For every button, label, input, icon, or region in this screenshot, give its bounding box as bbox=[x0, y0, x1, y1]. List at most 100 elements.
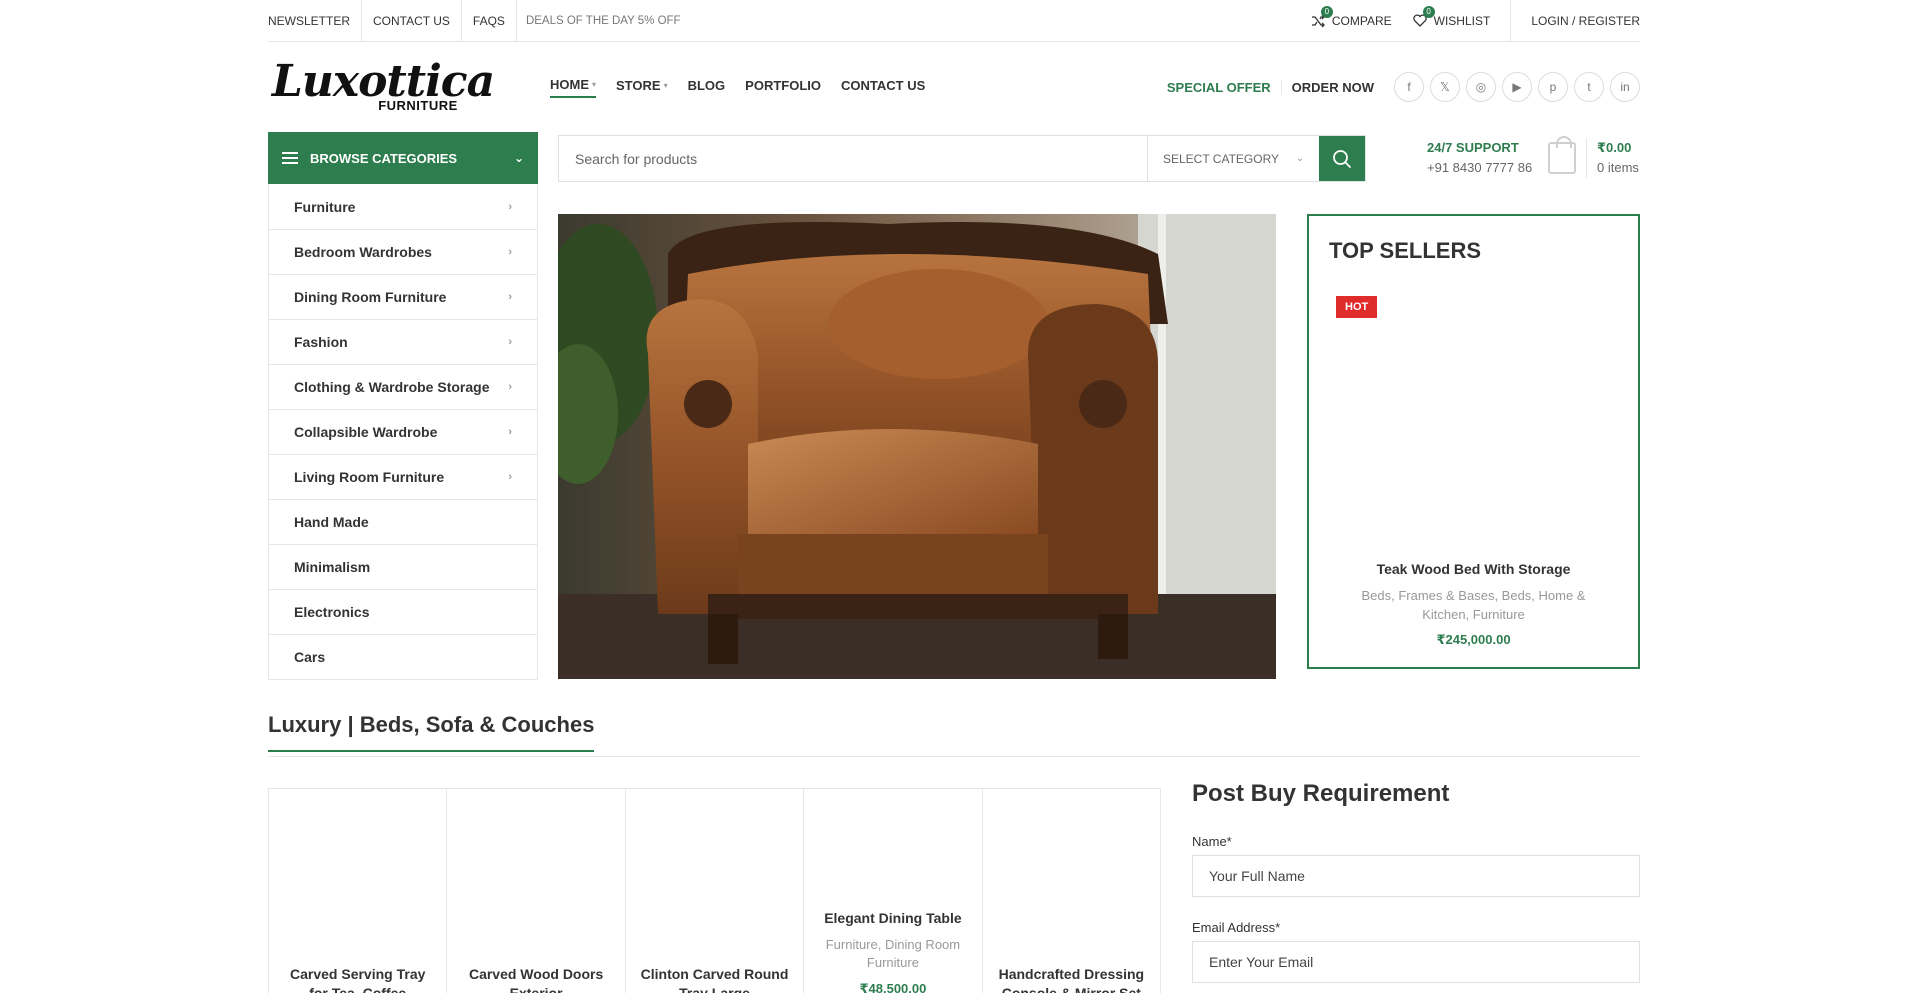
form-title: Post Buy Requirement bbox=[1192, 780, 1450, 807]
category-select[interactable]: SELECT CATEGORY ⌄ bbox=[1147, 136, 1319, 181]
product-card[interactable]: Handcrafted Dressing Console & Mirror Se… bbox=[983, 789, 1160, 993]
product-grid: Carved Serving Tray for Tea, Coffee Carv… bbox=[268, 788, 1161, 993]
category-select-label: SELECT CATEGORY bbox=[1163, 151, 1280, 166]
product-name[interactable]: Elegant Dining Table bbox=[814, 909, 971, 928]
category-item[interactable]: Bedroom Wardrobes › bbox=[269, 229, 537, 274]
product-name[interactable]: Carved Serving Tray for Tea, Coffee bbox=[279, 965, 436, 993]
browse-categories-label: BROWSE CATEGORIES bbox=[310, 150, 458, 166]
category-label: Bedroom Wardrobes bbox=[294, 244, 432, 260]
youtube-icon[interactable]: ▶ bbox=[1502, 72, 1532, 102]
nav-store[interactable]: STORE ▾ bbox=[616, 77, 668, 98]
chevron-right-icon: › bbox=[508, 381, 512, 393]
compare-count: 0 bbox=[1320, 5, 1333, 18]
product-name[interactable]: Clinton Carved Round Tray Large bbox=[636, 965, 793, 993]
newsletter-link[interactable]: NEWSLETTER bbox=[268, 0, 363, 41]
name-field[interactable] bbox=[1192, 855, 1640, 897]
category-item[interactable]: Hand Made bbox=[269, 499, 537, 544]
category-item[interactable]: Cars bbox=[269, 634, 537, 679]
tumblr-icon[interactable]: t bbox=[1574, 72, 1604, 102]
top-seller-product-categories[interactable]: Beds, Frames & Bases, Beds, Home & Kitch… bbox=[1339, 586, 1608, 624]
hero-banner-image[interactable] bbox=[558, 214, 1276, 679]
category-item[interactable]: Electronics bbox=[269, 589, 537, 634]
hot-badge: HOT bbox=[1336, 296, 1378, 318]
chevron-right-icon: › bbox=[508, 336, 512, 348]
product-card[interactable]: Clinton Carved Round Tray Large bbox=[626, 789, 805, 993]
order-now-link[interactable]: ORDER NOW bbox=[1282, 80, 1374, 95]
category-item[interactable]: Fashion › bbox=[269, 319, 537, 364]
nav-portfolio[interactable]: PORTFOLIO bbox=[745, 77, 821, 98]
chevron-down-icon: ▾ bbox=[663, 80, 668, 90]
name-label: Name* bbox=[1192, 834, 1232, 849]
nav-store-label: STORE bbox=[616, 77, 661, 93]
product-card[interactable]: Carved Wood Doors Exterior bbox=[447, 789, 626, 993]
logo-subtitle: FURNITURE bbox=[378, 97, 458, 113]
product-card[interactable]: Carved Serving Tray for Tea, Coffee bbox=[269, 789, 448, 993]
category-label: Cars bbox=[294, 649, 326, 665]
top-seller-product-price: ₹245,000.00 bbox=[1436, 632, 1511, 647]
top-seller-product-name[interactable]: Teak Wood Bed With Storage bbox=[1309, 561, 1638, 577]
login-register-link[interactable]: LOGIN / REGISTER bbox=[1510, 0, 1640, 41]
linkedin-icon[interactable]: in bbox=[1610, 72, 1640, 102]
wishlist-link[interactable]: 0 WISHLIST bbox=[1412, 0, 1490, 41]
email-label: Email Address* bbox=[1192, 920, 1281, 935]
category-label: Living Room Furniture bbox=[294, 469, 445, 485]
top-bar-left: NEWSLETTER CONTACT US FAQS DEALS OF THE … bbox=[268, 0, 681, 41]
category-item[interactable]: Minimalism bbox=[269, 544, 537, 589]
cart-values: ₹0.00 0 items bbox=[1586, 138, 1639, 178]
product-name[interactable]: Carved Wood Doors Exterior bbox=[457, 965, 614, 993]
search-bar: SELECT CATEGORY ⌄ bbox=[558, 135, 1366, 182]
compare-link[interactable]: 0 COMPARE bbox=[1310, 0, 1392, 41]
x-icon[interactable]: 𝕏 bbox=[1430, 72, 1460, 102]
product-name[interactable]: Handcrafted Dressing Console & Mirror Se… bbox=[993, 965, 1150, 993]
category-item[interactable]: Clothing & Wardrobe Storage › bbox=[269, 364, 537, 409]
category-label: Collapsible Wardrobe bbox=[294, 424, 438, 440]
category-item[interactable]: Furniture › bbox=[269, 184, 537, 229]
cart-total: ₹0.00 bbox=[1597, 140, 1632, 155]
email-field[interactable] bbox=[1192, 941, 1640, 983]
chevron-down-icon: ⌄ bbox=[1295, 153, 1304, 164]
category-label: Dining Room Furniture bbox=[294, 289, 447, 305]
top-sellers-title: TOP SELLERS bbox=[1329, 238, 1482, 263]
instagram-icon[interactable]: ◎ bbox=[1466, 72, 1496, 102]
chevron-right-icon: › bbox=[508, 291, 512, 303]
nav-home[interactable]: HOME ▾ bbox=[550, 77, 597, 98]
pinterest-icon[interactable]: p bbox=[1538, 72, 1568, 102]
menu-icon bbox=[282, 152, 298, 164]
category-label: Furniture bbox=[294, 198, 356, 215]
category-label: Fashion bbox=[294, 334, 348, 350]
cart-items-count: 0 items bbox=[1597, 160, 1639, 175]
category-item[interactable]: Collapsible Wardrobe › bbox=[269, 409, 537, 454]
product-categories[interactable]: Furniture, Dining Room Furniture bbox=[814, 936, 971, 972]
heart-icon: 0 bbox=[1412, 5, 1435, 29]
category-item[interactable]: Living Room Furniture › bbox=[269, 454, 537, 499]
support-phone[interactable]: +91 8430 7777 86 bbox=[1427, 158, 1532, 178]
shopping-bag-icon bbox=[1548, 136, 1576, 174]
chevron-right-icon: › bbox=[508, 246, 512, 258]
site-logo[interactable]: Luxottica FURNITURE bbox=[268, 54, 498, 120]
special-offer-link[interactable]: SPECIAL OFFER bbox=[1167, 79, 1282, 95]
chevron-down-icon: ▾ bbox=[592, 79, 597, 89]
category-item[interactable]: Dining Room Furniture › bbox=[269, 274, 537, 319]
wishlist-count: 0 bbox=[1422, 5, 1435, 18]
category-label: Hand Made bbox=[294, 514, 369, 530]
category-label: Minimalism bbox=[294, 559, 371, 575]
category-list: Furniture › Bedroom Wardrobes › Dining Roo… bbox=[268, 184, 538, 680]
cart-widget[interactable]: ₹0.00 0 items bbox=[1548, 136, 1639, 178]
support-block: 24/7 SUPPORT +91 8430 7777 86 bbox=[1427, 138, 1532, 178]
header-right: SPECIAL OFFER ORDER NOW f 𝕏 ◎ ▶ p t in bbox=[1167, 72, 1640, 102]
search-input[interactable] bbox=[559, 136, 1147, 181]
chevron-right-icon: › bbox=[508, 471, 512, 483]
support-title: 24/7 SUPPORT bbox=[1427, 140, 1519, 155]
faqs-link[interactable]: FAQS bbox=[462, 0, 517, 41]
nav-contact-us[interactable]: CONTACT US bbox=[841, 77, 925, 98]
search-button[interactable] bbox=[1319, 136, 1365, 181]
category-label: Electronics bbox=[294, 604, 370, 620]
main-nav: HOME ▾ STORE ▾ BLOG PORTFOLIO CONTACT US bbox=[550, 77, 925, 98]
product-card[interactable]: Elegant Dining Table Furniture, Dining R… bbox=[804, 789, 983, 993]
facebook-icon[interactable]: f bbox=[1394, 72, 1424, 102]
category-label: Clothing & Wardrobe Storage bbox=[294, 379, 490, 395]
contact-us-link[interactable]: CONTACT US bbox=[362, 0, 462, 41]
browse-categories-button[interactable]: BROWSE CATEGORIES ⌄ bbox=[268, 132, 538, 184]
nav-blog[interactable]: BLOG bbox=[688, 77, 726, 98]
top-bar: NEWSLETTER CONTACT US FAQS DEALS OF THE … bbox=[268, 0, 1640, 42]
